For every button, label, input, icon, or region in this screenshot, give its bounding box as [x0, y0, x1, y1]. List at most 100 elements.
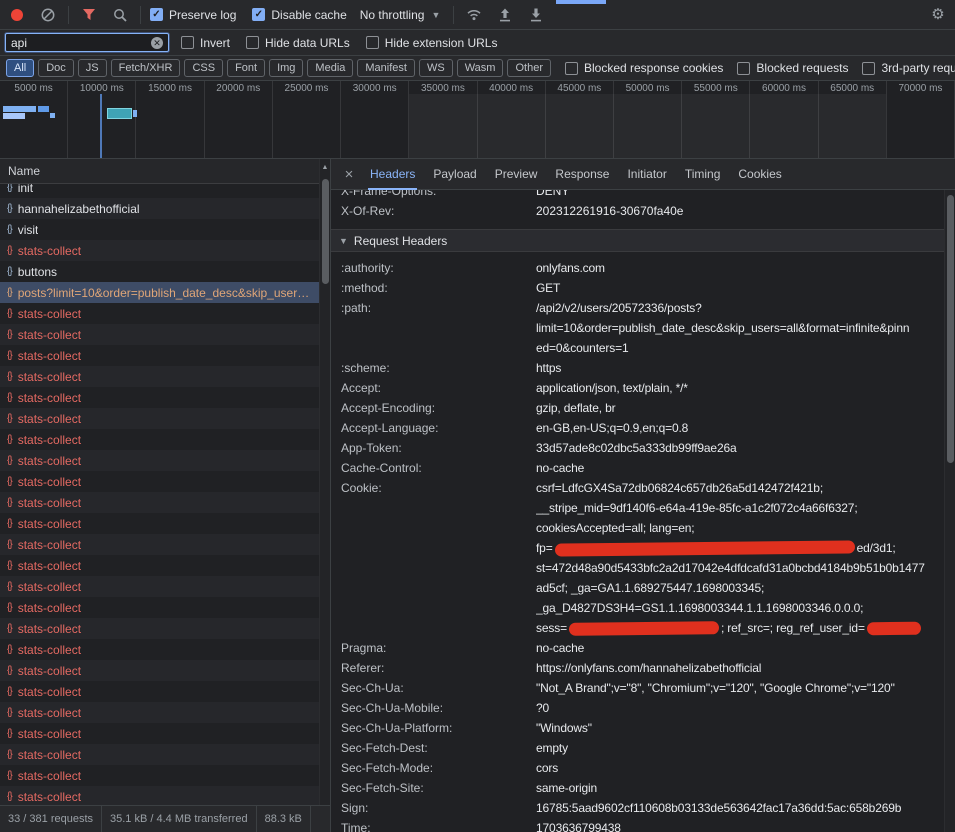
request-row[interactable]: {}stats-collect — [0, 786, 330, 805]
record-button[interactable] — [6, 4, 28, 26]
request-row[interactable]: {}stats-collect — [0, 366, 330, 387]
request-row[interactable]: {}stats-collect — [0, 513, 330, 534]
request-row[interactable]: {}stats-collect — [0, 324, 330, 345]
scrollbar-thumb[interactable] — [322, 179, 329, 284]
tab-payload[interactable]: Payload — [424, 159, 485, 190]
checkbox-hide-data-urls[interactable]: Hide data URLs — [246, 36, 350, 50]
tab-headers[interactable]: Headers — [361, 159, 424, 190]
filter-input[interactable]: api ✕ — [5, 33, 169, 52]
request-row[interactable]: {}stats-collect — [0, 429, 330, 450]
request-row[interactable]: {}stats-collect — [0, 597, 330, 618]
filter-chip-js[interactable]: JS — [78, 59, 107, 77]
checkbox-invert[interactable]: Invert — [181, 36, 230, 50]
tab-preview[interactable]: Preview — [486, 159, 547, 190]
request-row[interactable]: {}stats-collect — [0, 471, 330, 492]
resource-type-filters: AllDocJSFetch/XHRCSSFontImgMediaManifest… — [6, 59, 551, 77]
header-text: st=472d48a90d5433bfc2a2d17042e4dfdcafd31… — [536, 561, 925, 575]
request-row[interactable]: {}stats-collect — [0, 408, 330, 429]
filter-chip-font[interactable]: Font — [227, 59, 265, 77]
tab-cookies[interactable]: Cookies — [729, 159, 790, 190]
request-row[interactable]: {}visit — [0, 219, 330, 240]
overview-tick-label: 25000 ms — [273, 83, 340, 94]
request-name: stats-collect — [18, 664, 81, 678]
checkbox-disable-cache[interactable]: ✓Disable cache — [252, 8, 346, 22]
request-row[interactable]: {}hannahelizabethofficial — [0, 198, 330, 219]
header-row: Accept-Language:en-GB,en-US;q=0.9,en;q=0… — [331, 418, 944, 438]
request-row[interactable]: {}stats-collect — [0, 681, 330, 702]
search-button[interactable] — [109, 4, 131, 26]
headers-content: X-Frame-Options: DENY X-Of-Rev: 20231226… — [331, 190, 944, 832]
request-row[interactable]: {}stats-collect — [0, 345, 330, 366]
import-har-button[interactable] — [494, 4, 516, 26]
request-row[interactable]: {}stats-collect — [0, 744, 330, 765]
request-row[interactable]: {}stats-collect — [0, 765, 330, 786]
scrollbar-thumb[interactable] — [947, 195, 954, 463]
filter-chip-img[interactable]: Img — [269, 59, 303, 77]
tab-timing[interactable]: Timing — [676, 159, 730, 190]
request-row[interactable]: {}stats-collect — [0, 555, 330, 576]
name-column-header[interactable]: Name — [0, 159, 330, 184]
header-name: Pragma: — [341, 638, 536, 658]
request-row[interactable]: {}stats-collect — [0, 723, 330, 744]
request-list-scrollbar[interactable]: ▲ — [319, 159, 330, 805]
scroll-up-icon[interactable]: ▲ — [320, 162, 330, 174]
clear-button[interactable] — [37, 4, 59, 26]
request-row[interactable]: {}posts?limit=10&order=publish_date_desc… — [0, 282, 330, 303]
xhr-braces-icon: {} — [7, 371, 12, 382]
header-value-line: application/json, text/plain, */* — [536, 378, 944, 398]
request-row[interactable]: {}stats-collect — [0, 618, 330, 639]
checkbox-blocked-requests[interactable]: Blocked requests — [737, 61, 848, 75]
filter-chip-doc[interactable]: Doc — [38, 59, 74, 77]
request-row[interactable]: {}buttons — [0, 261, 330, 282]
waterfall-time-marker — [100, 94, 102, 159]
filter-toggle-button[interactable] — [78, 4, 100, 26]
xhr-braces-icon: {} — [7, 707, 12, 718]
checkbox-3rd-party-requests[interactable]: 3rd-party requests — [862, 61, 955, 75]
request-row[interactable]: {}stats-collect — [0, 450, 330, 471]
export-har-button[interactable] — [525, 4, 547, 26]
header-name: Accept-Language: — [341, 418, 536, 438]
close-icon[interactable]: × — [337, 159, 361, 190]
request-row[interactable]: {}stats-collect — [0, 660, 330, 681]
request-headers-section-header[interactable]: ▼ Request Headers — [331, 229, 944, 252]
request-row[interactable]: {}stats-collect — [0, 576, 330, 597]
filter-chip-wasm[interactable]: Wasm — [457, 59, 504, 77]
waterfall-bar — [50, 113, 55, 118]
throttling-select[interactable]: No throttling ▼ — [356, 8, 445, 22]
filter-chip-ws[interactable]: WS — [419, 59, 453, 77]
checkbox-preserve-log[interactable]: ✓Preserve log — [150, 8, 236, 22]
request-row[interactable]: {}stats-collect — [0, 387, 330, 408]
filter-chip-all[interactable]: All — [6, 59, 34, 77]
filter-chip-media[interactable]: Media — [307, 59, 353, 77]
filter-chip-fetch-xhr[interactable]: Fetch/XHR — [111, 59, 181, 77]
xhr-braces-icon: {} — [7, 434, 12, 445]
request-row[interactable]: {}stats-collect — [0, 303, 330, 324]
checkbox-label: Hide data URLs — [265, 36, 350, 50]
network-overview[interactable]: 5000 ms10000 ms15000 ms20000 ms25000 ms3… — [0, 81, 955, 159]
filter-chip-other[interactable]: Other — [507, 59, 551, 77]
filter-chip-manifest[interactable]: Manifest — [357, 59, 415, 77]
details-scrollbar[interactable] — [944, 190, 955, 832]
request-row[interactable]: {}stats-collect — [0, 534, 330, 555]
header-row: Sec-Fetch-Mode:cors — [331, 758, 944, 778]
tab-initiator[interactable]: Initiator — [618, 159, 675, 190]
resource-type-bar: AllDocJSFetch/XHRCSSFontImgMediaManifest… — [0, 56, 955, 81]
request-row[interactable]: {}stats-collect — [0, 702, 330, 723]
tab-response[interactable]: Response — [546, 159, 618, 190]
settings-button[interactable]: ⚙ — [927, 4, 949, 26]
checkbox-blocked-response-cookies[interactable]: Blocked response cookies — [565, 61, 723, 75]
request-row[interactable]: {}stats-collect — [0, 639, 330, 660]
header-text: en-GB,en-US;q=0.9,en;q=0.8 — [536, 421, 688, 435]
header-value: 33d57ade8c02dbc5a333db99ff9ae26a — [536, 438, 944, 458]
header-value: empty — [536, 738, 944, 758]
request-row[interactable]: {}stats-collect — [0, 492, 330, 513]
checkbox-hide-extension-urls[interactable]: Hide extension URLs — [366, 36, 498, 50]
request-row[interactable]: {}stats-collect — [0, 240, 330, 261]
header-value-line: fp=ed/3d1; — [536, 538, 944, 558]
network-conditions-button[interactable] — [463, 4, 485, 26]
header-row: Accept:application/json, text/plain, */* — [331, 378, 944, 398]
clear-filter-icon[interactable]: ✕ — [151, 37, 163, 49]
request-row[interactable]: {}init — [0, 184, 330, 198]
filter-chip-css[interactable]: CSS — [184, 59, 223, 77]
header-text: gzip, deflate, br — [536, 401, 616, 415]
